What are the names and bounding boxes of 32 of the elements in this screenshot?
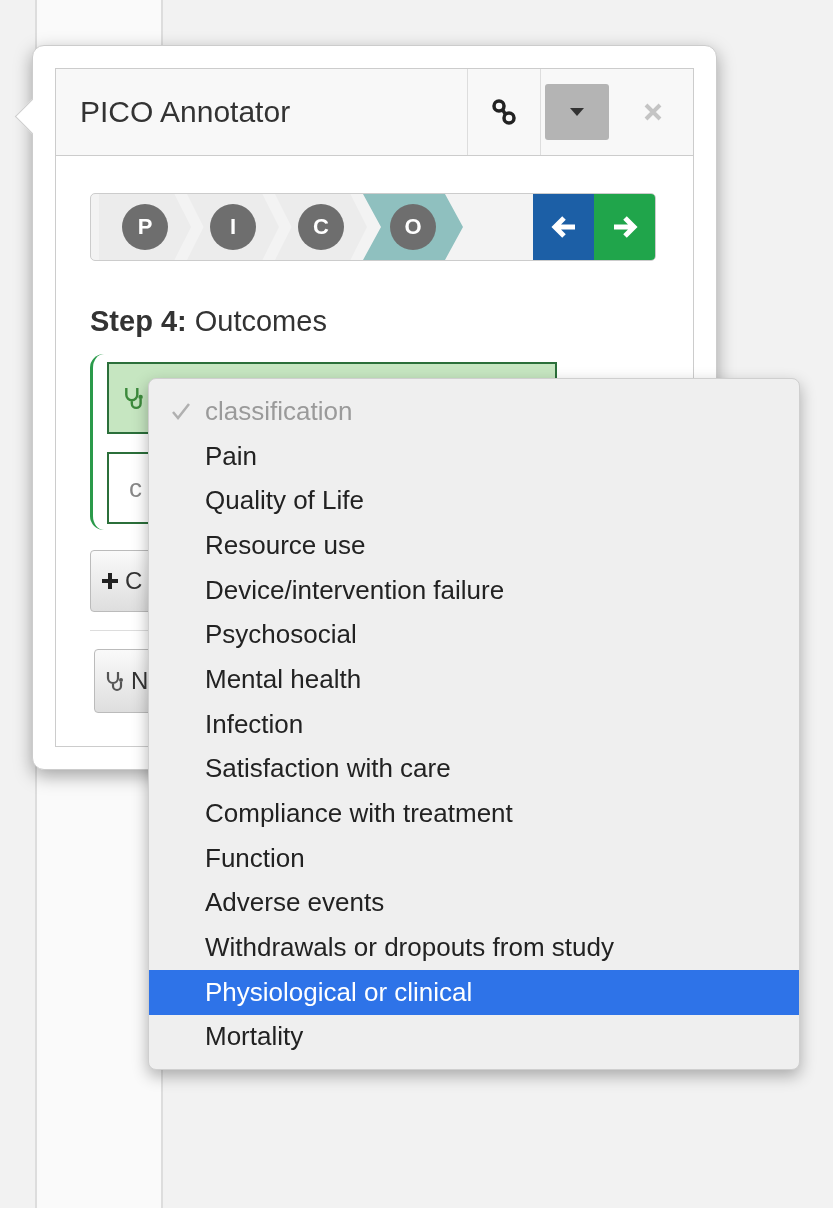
next-button[interactable]	[594, 194, 655, 260]
stethoscope-icon	[105, 670, 125, 692]
step-tab[interactable]: P	[99, 194, 191, 260]
back-button[interactable]	[533, 194, 594, 260]
menu-item[interactable]: Compliance with treatment	[149, 791, 799, 836]
step-tab[interactable]: I	[187, 194, 279, 260]
menu-item[interactable]: Physiological or clinical	[149, 969, 799, 1015]
popover-title: PICO Annotator	[79, 95, 292, 129]
caret-icon	[570, 108, 584, 116]
arrow-left-icon	[550, 215, 577, 239]
menu-item[interactable]: Infection	[149, 701, 799, 747]
menu-item[interactable]: Adverse events	[149, 880, 799, 926]
menu-item[interactable]: Satisfaction with care	[149, 746, 799, 792]
menu-item[interactable]: Mental health	[149, 657, 799, 702]
outcome-text: c	[129, 472, 142, 504]
close-icon[interactable]	[643, 102, 663, 122]
menu-item[interactable]: Device/intervention failure	[149, 567, 799, 613]
menu-item[interactable]: Withdrawals or dropouts from study	[149, 925, 799, 970]
menu-item[interactable]: Function	[149, 835, 799, 881]
arrow-right-icon	[611, 215, 638, 239]
step-heading: Step 4: Outcomes	[90, 305, 328, 338]
menu-item[interactable]: Pain	[149, 433, 799, 479]
plus-icon	[101, 572, 119, 590]
menu-item[interactable]: Psychosocial	[149, 612, 799, 658]
stethoscope-icon	[123, 385, 145, 411]
link-icon[interactable]	[491, 98, 517, 126]
check-icon	[171, 402, 191, 421]
menu-item[interactable]: Mortality	[149, 1014, 799, 1060]
step-tab[interactable]: O	[363, 194, 463, 260]
step-tab[interactable]: C	[275, 194, 367, 260]
menu-item[interactable]: Quality of Life	[149, 478, 799, 524]
menu-item[interactable]: Resource use	[149, 523, 799, 568]
